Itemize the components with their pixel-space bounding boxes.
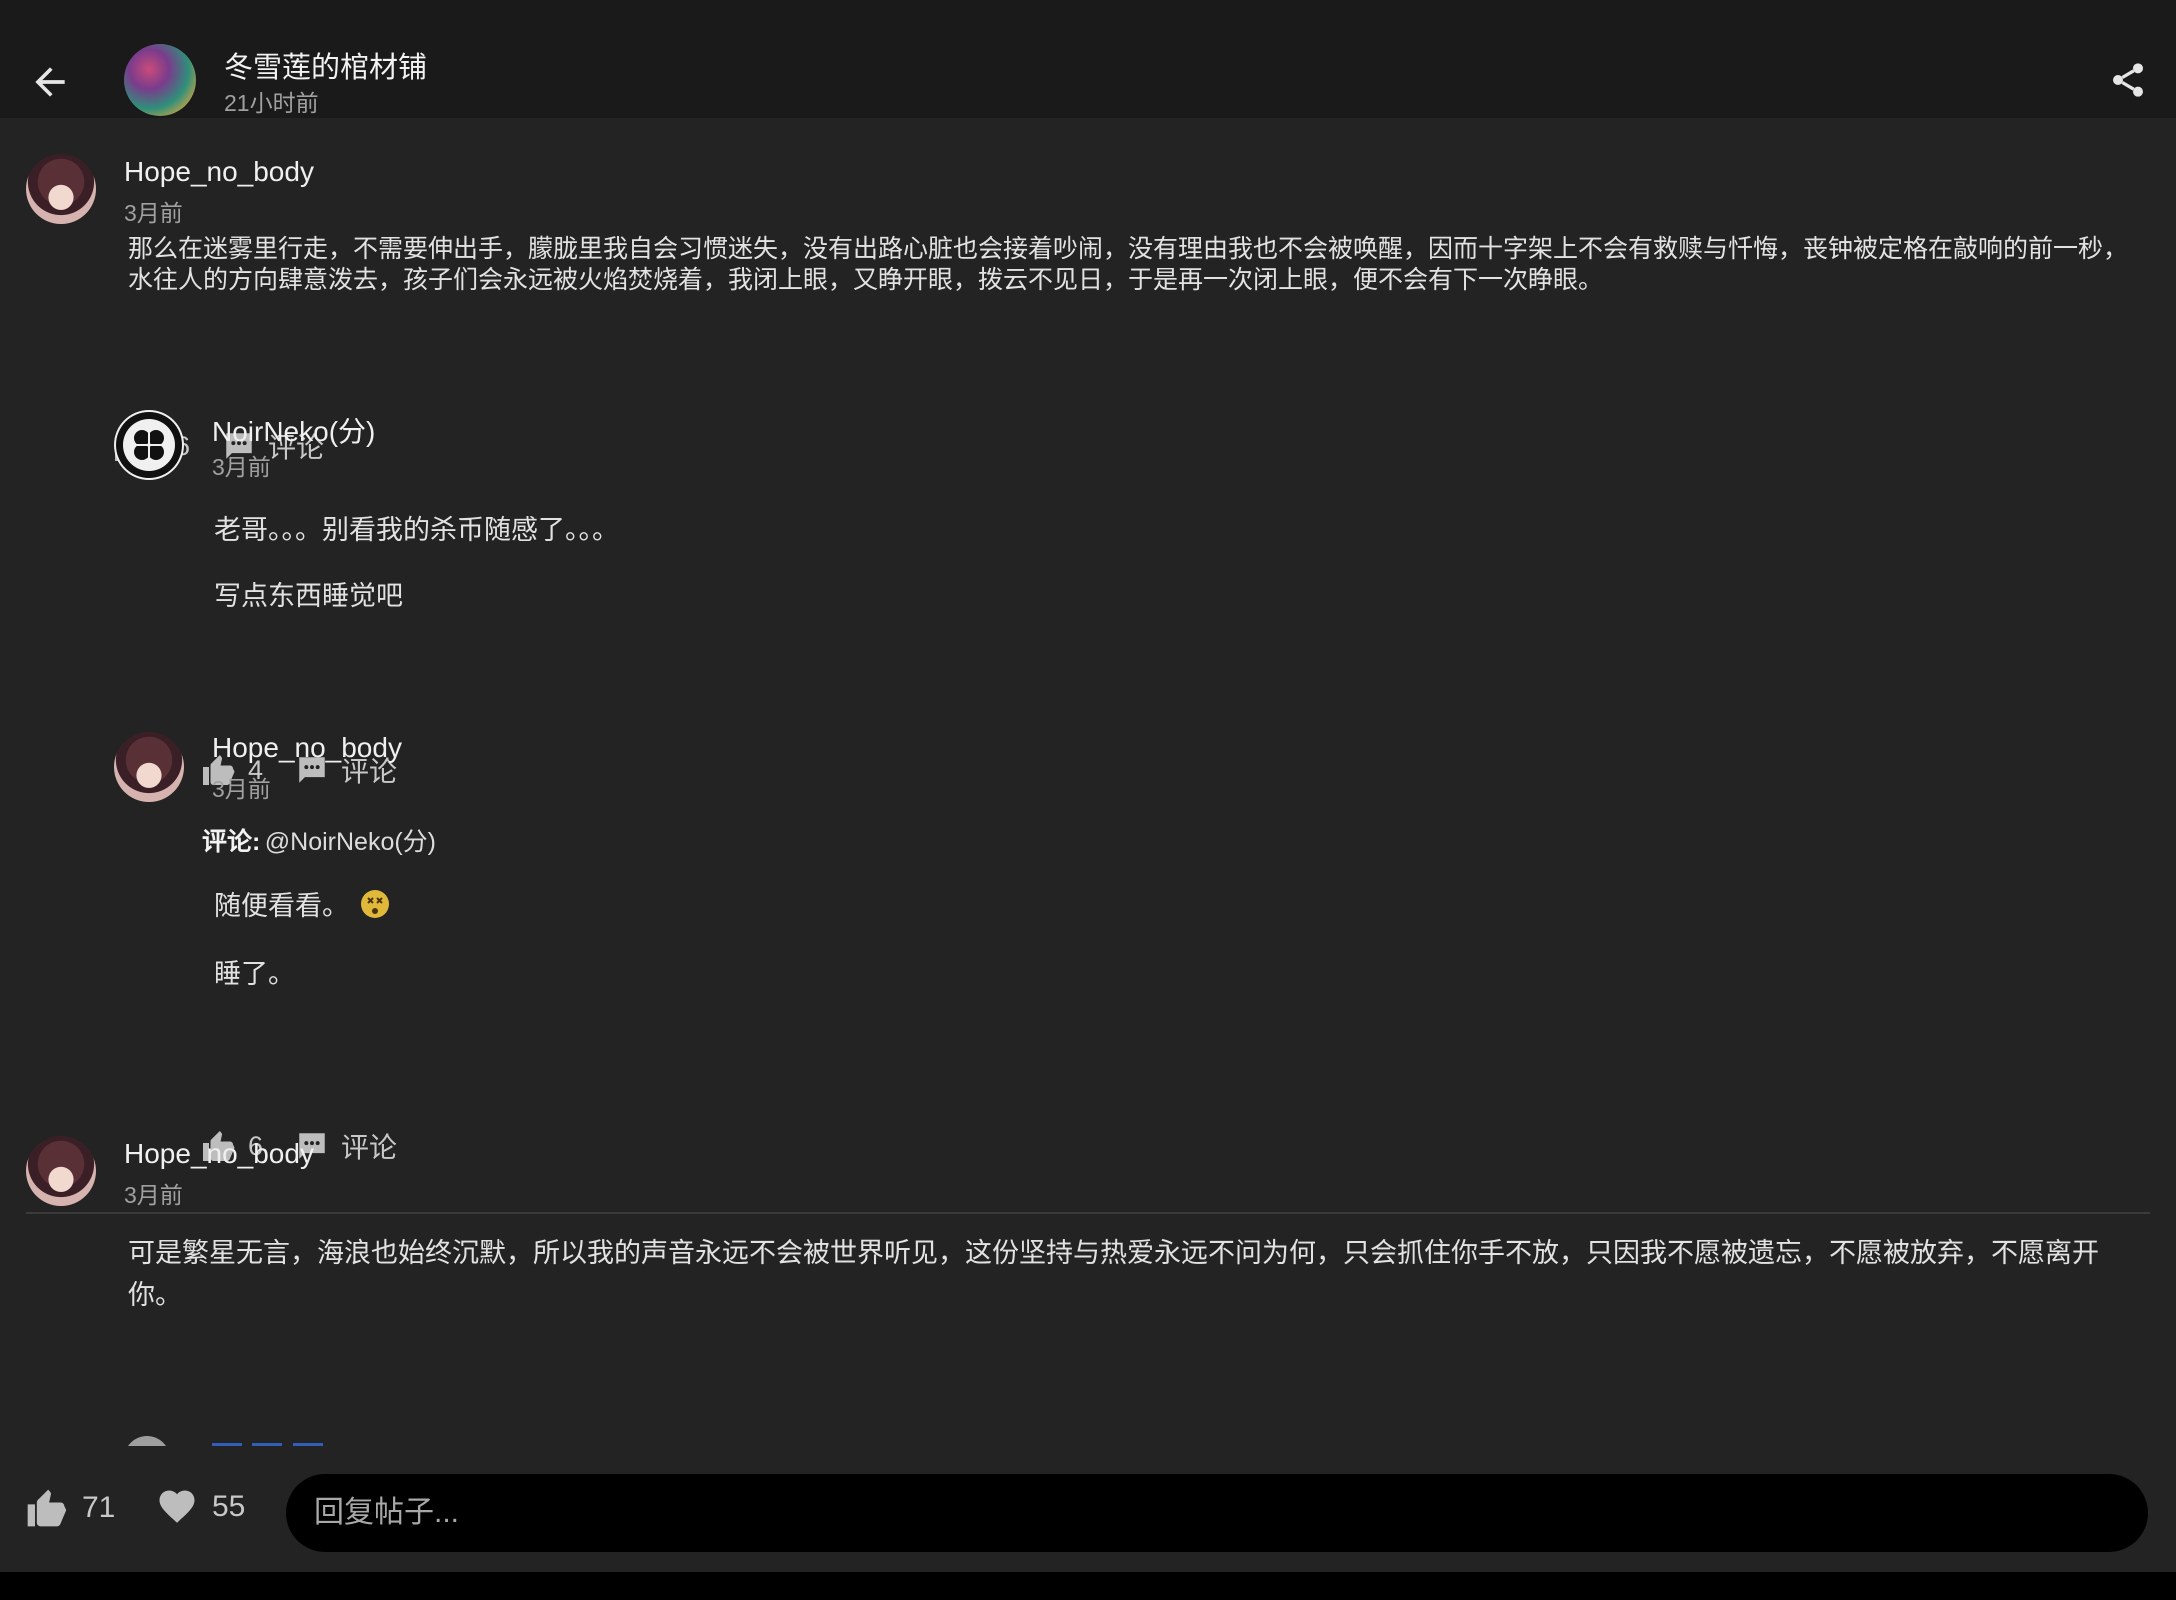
reply-username[interactable]: Hope_no_body xyxy=(212,732,402,764)
comment-username[interactable]: Hope_no_body xyxy=(124,156,314,188)
reference-label: 评论: xyxy=(202,828,261,856)
avatar[interactable] xyxy=(114,410,184,480)
post-like-button[interactable]: 71 xyxy=(24,1486,115,1530)
reply-text-line: 写点东西睡觉吧 xyxy=(214,581,403,611)
post-like-count: 71 xyxy=(82,1491,116,1524)
avatar[interactable] xyxy=(26,1136,96,1206)
reply-text-line: 老哥。。。别看我的杀币随感了。。。 xyxy=(214,515,619,545)
back-arrow-icon[interactable] xyxy=(28,60,72,104)
reference-user-link[interactable]: @NoirNeko(分) xyxy=(265,828,436,856)
share-icon[interactable] xyxy=(2108,60,2148,100)
reply-username[interactable]: NoirNeko(分) xyxy=(212,410,375,450)
comment-text: 那么在迷雾里行走，不需要伸出手，朦胧里我自会习惯迷失，没有出路心脏也会接着吵闹，… xyxy=(128,235,2129,294)
comment-feed[interactable]: Hope_no_body 3月前 那么在迷雾里行走，不需要伸出手，朦胧里我自会习… xyxy=(0,118,2176,1446)
reply-text-row: 随便看看。 xyxy=(214,884,391,923)
top-bar: 冬雪莲的棺材铺 21小时前 xyxy=(0,0,2176,118)
comment-time: 3月前 xyxy=(124,1182,183,1208)
post-favorite-button[interactable]: 55 xyxy=(156,1486,245,1528)
reply-text-line: 随便看看。 xyxy=(214,891,349,921)
reply-post-input[interactable] xyxy=(286,1474,2148,1552)
post-title: 冬雪莲的棺材铺 xyxy=(224,52,428,84)
post-favorite-count: 55 xyxy=(212,1490,246,1523)
post-author-avatar[interactable] xyxy=(124,44,196,116)
post-time: 21小时前 xyxy=(224,90,319,116)
reply-reference: 评论: @NoirNeko(分) xyxy=(202,822,436,858)
comment-username[interactable]: Hope_no_body xyxy=(124,1138,314,1170)
reply-time: 3月前 xyxy=(212,776,271,802)
avatar[interactable] xyxy=(114,732,184,802)
comment-button-label[interactable]: 评论 xyxy=(341,1126,397,1166)
comment-time: 3月前 xyxy=(124,200,183,226)
avatar[interactable] xyxy=(124,1436,170,1446)
clover-emblem-icon xyxy=(116,412,182,478)
system-nav-strip xyxy=(0,1572,2176,1600)
comment-text: 可是繁星无言，海浪也始终沉默，所以我的声音永远不会被世界听见，这份坚持与热爱永远… xyxy=(128,1238,2099,1310)
heart-icon[interactable] xyxy=(156,1486,198,1528)
bottom-bar: 71 55 xyxy=(0,1446,2176,1572)
dizzy-face-emoji-icon xyxy=(361,889,389,918)
reply-time: 3月前 xyxy=(212,454,271,480)
reply-text-line: 睡了。 xyxy=(214,959,295,989)
avatar[interactable] xyxy=(26,154,96,224)
comment-divider xyxy=(26,1212,2150,1214)
thumbs-up-icon[interactable] xyxy=(24,1486,68,1530)
